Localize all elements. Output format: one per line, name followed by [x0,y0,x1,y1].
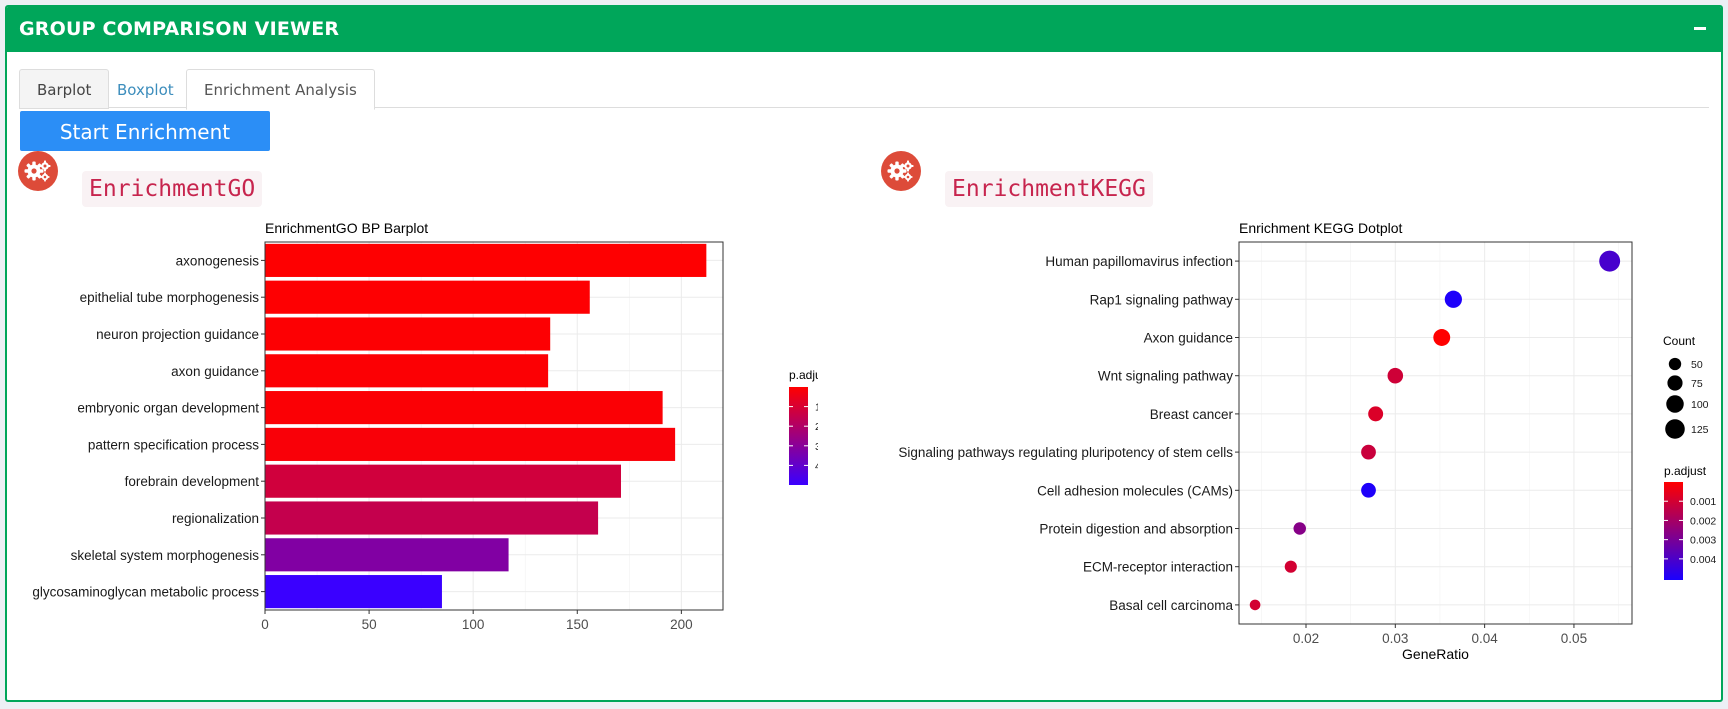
kegg-size-legend-dot [1666,395,1684,413]
go-y-tick-label: pattern specification process [88,437,259,452]
go-y-tick-label: glycosaminoglycan metabolic process [32,585,259,600]
kegg-size-legend-dot [1668,357,1682,371]
tab-enrichment-analysis[interactable]: Enrichment Analysis [186,69,375,110]
go-barplot: EnrichmentGO BP Barplot axonogenesis epith… [32,220,818,632]
panel-header: GROUP COMPARISON VIEWER [7,7,1721,52]
go-colorbar-label: 1e-08 [815,402,818,414]
go-y-tick-label: axonogenesis [176,253,260,268]
go-bar [265,575,442,609]
kegg-point [1387,367,1404,384]
gears-icon [18,151,58,191]
kegg-point [1433,329,1451,346]
kegg-size-legend-label: 100 [1691,399,1709,411]
go-bar [265,280,590,314]
enrichment-go-heading: EnrichmentGO [82,171,263,207]
kegg-color-legend-title: p.adjust [1664,464,1707,478]
kegg-point [1361,444,1376,460]
go-chart-title: EnrichmentGO BP Barplot [265,220,428,236]
kegg-x-tick-label: 0.04 [1471,631,1498,646]
kegg-colorbar-label: 0.001 [1690,496,1716,508]
kegg-y-tick-label: Human papillomavirus infection [1045,254,1233,269]
go-x-tick-label: 150 [566,617,589,632]
kegg-y-tick-label: ECM-receptor interaction [1083,560,1233,575]
kegg-y-tick-label: Protein digestion and absorption [1039,522,1233,537]
enrichment-kegg-heading: EnrichmentKEGG [945,171,1153,207]
kegg-dotplot: Enrichment KEGG Dotplot Human papillomavi… [898,220,1716,662]
kegg-y-tick-label: Wnt signaling pathway [1098,369,1233,384]
go-bar [265,538,509,572]
kegg-size-legend-dot [1667,375,1683,391]
go-bar [265,427,676,461]
kegg-point [1284,560,1297,573]
kegg-y-tick-label: Cell adhesion molecules (CAMs) [1037,483,1233,498]
go-x-tick-label: 0 [261,617,269,632]
go-bar [265,391,663,425]
go-bar [265,501,599,535]
kegg-size-legend-label: 125 [1691,424,1709,436]
kegg-point [1368,406,1384,422]
kegg-size-legend-dot [1665,419,1685,439]
kegg-point [1249,599,1261,611]
kegg-chart-title: Enrichment KEGG Dotplot [1239,220,1403,236]
tab-bar: Barplot Boxplot Enrichment Analysis [19,64,1709,110]
kegg-point [1361,482,1376,498]
kegg-size-legend-label: 50 [1691,359,1703,371]
kegg-y-tick-label: Signaling pathways regulating pluripoten… [898,445,1233,460]
go-bar [265,354,549,388]
kegg-y-tick-label: Axon guidance [1144,331,1233,346]
go-x-tick-label: 200 [670,617,693,632]
gears-icon [881,151,921,191]
kegg-colorbar-label: 0.003 [1690,535,1716,547]
go-colorbar [789,387,808,485]
kegg-colorbar-label: 0.002 [1690,515,1716,527]
kegg-colorbar [1664,482,1683,580]
kegg-size-legend-title: Count [1663,334,1696,348]
kegg-y-tick-label: Rap1 signaling pathway [1090,292,1234,307]
go-bar [265,243,707,277]
go-x-tick-label: 100 [462,617,485,632]
kegg-point [1293,522,1306,535]
kegg-point [1444,290,1462,308]
group-comparison-panel: GROUP COMPARISON VIEWER Barplot Boxplot … [5,5,1723,702]
go-legend-title: p.adjust [789,368,818,382]
go-bar [265,464,621,498]
go-colorbar-label: 2e-08 [815,421,818,433]
go-colorbar-label: 4e-08 [815,460,818,472]
go-y-tick-label: epithelial tube morphogenesis [80,290,260,305]
go-y-tick-label: neuron projection guidance [96,327,259,342]
kegg-y-tick-label: Breast cancer [1150,407,1234,422]
minus-icon[interactable] [1687,15,1713,41]
kegg-x-tick-label: 0.02 [1293,631,1319,646]
go-y-tick-label: forebrain development [125,474,260,489]
kegg-x-axis-label: GeneRatio [1402,646,1469,662]
tab-barplot[interactable]: Barplot [19,69,110,109]
go-y-tick-label: axon guidance [171,364,259,379]
go-colorbar-label: 3e-08 [815,441,818,453]
go-y-tick-label: regionalization [172,511,259,526]
go-bar [265,317,551,351]
go-y-tick-label: skeletal system morphogenesis [71,548,260,563]
panel-title: GROUP COMPARISON VIEWER [19,18,340,40]
kegg-colorbar-label: 0.004 [1690,554,1716,566]
kegg-size-legend-label: 75 [1691,378,1703,390]
kegg-x-tick-label: 0.05 [1561,631,1587,646]
kegg-point [1599,250,1621,272]
tab-boxplot[interactable]: Boxplot [99,69,192,109]
go-x-tick-label: 50 [362,617,377,632]
kegg-x-tick-label: 0.03 [1382,631,1408,646]
kegg-y-tick-label: Basal cell carcinoma [1109,598,1233,613]
start-enrichment-button[interactable]: Start Enrichment Analysis [20,111,270,184]
go-y-tick-label: embryonic organ development [77,401,259,416]
